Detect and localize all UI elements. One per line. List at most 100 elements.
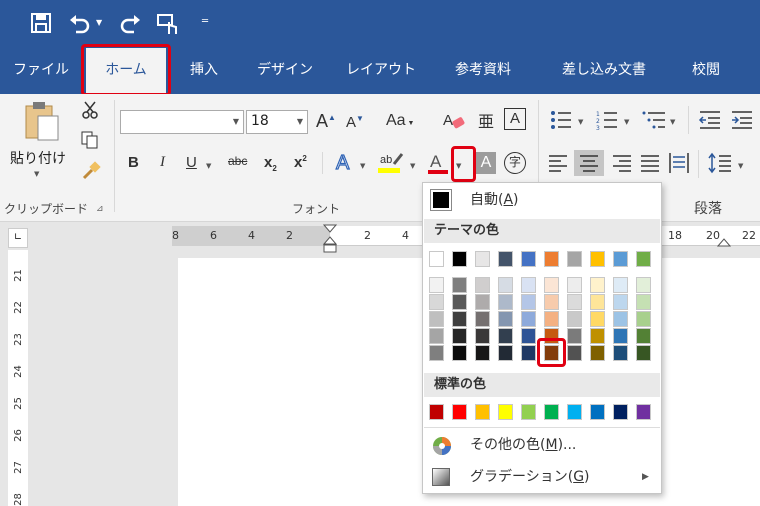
undo-icon[interactable] xyxy=(68,12,92,37)
char-border-icon[interactable]: A xyxy=(504,108,526,130)
underline-dropdown-icon[interactable]: ▼ xyxy=(206,162,211,170)
highlight-dropdown-icon[interactable]: ▼ xyxy=(410,162,415,170)
tab-selector-icon[interactable]: ∟ xyxy=(8,228,28,248)
theme-shade-swatch[interactable] xyxy=(475,277,490,293)
theme-shade-swatch[interactable] xyxy=(452,294,467,310)
numbering-dropdown-icon[interactable]: ▼ xyxy=(624,118,629,126)
paste-label[interactable]: 貼り付け xyxy=(10,148,66,168)
line-spacing-icon[interactable] xyxy=(708,152,732,177)
automatic-color-item[interactable]: 自動(A) xyxy=(424,185,660,215)
text-effects-icon[interactable]: A xyxy=(334,150,356,177)
theme-shade-swatch[interactable] xyxy=(613,311,628,327)
format-painter-icon[interactable] xyxy=(80,160,102,185)
theme-shade-swatch[interactable] xyxy=(567,311,582,327)
grow-font-icon[interactable]: A▲ xyxy=(316,111,336,132)
theme-shade-swatch[interactable] xyxy=(590,294,605,310)
theme-shade-swatch[interactable] xyxy=(475,294,490,310)
theme-shade-swatch[interactable] xyxy=(613,345,628,361)
strikethrough-icon[interactable]: abc xyxy=(228,154,247,168)
theme-shade-swatch[interactable] xyxy=(544,345,559,361)
theme-shade-swatch[interactable] xyxy=(475,311,490,327)
save-icon[interactable] xyxy=(30,12,52,37)
touch-mode-icon[interactable] xyxy=(156,12,180,39)
theme-shade-swatch[interactable] xyxy=(544,311,559,327)
theme-shade-swatch[interactable] xyxy=(544,294,559,310)
theme-shade-swatch[interactable] xyxy=(567,328,582,344)
font-size-combo[interactable]: 18 ▼ xyxy=(246,110,308,134)
theme-shade-swatch[interactable] xyxy=(429,328,444,344)
customize-icon[interactable]: ═ xyxy=(202,16,208,27)
theme-shade-swatch[interactable] xyxy=(498,311,513,327)
clear-format-icon[interactable]: A xyxy=(442,110,466,135)
theme-shade-swatch[interactable] xyxy=(636,311,651,327)
undo-dropdown-icon[interactable]: ▼ xyxy=(96,18,102,27)
standard-color-swatch[interactable] xyxy=(452,404,467,420)
theme-shade-swatch[interactable] xyxy=(452,277,467,293)
tab-home[interactable]: ホーム xyxy=(86,48,166,94)
theme-shade-swatch[interactable] xyxy=(544,328,559,344)
theme-shade-swatch[interactable] xyxy=(521,277,536,293)
theme-color-swatch[interactable] xyxy=(429,251,444,267)
theme-shade-swatch[interactable] xyxy=(590,311,605,327)
theme-shade-swatch[interactable] xyxy=(636,277,651,293)
chevron-down-icon[interactable]: ▼ xyxy=(293,111,307,133)
theme-color-swatch[interactable] xyxy=(613,251,628,267)
align-left-icon[interactable] xyxy=(548,154,568,175)
bullets-icon[interactable] xyxy=(550,110,572,133)
theme-shade-swatch[interactable] xyxy=(475,328,490,344)
theme-shade-swatch[interactable] xyxy=(498,294,513,310)
phonetic-icon[interactable]: 亜 xyxy=(478,108,494,132)
theme-shade-swatch[interactable] xyxy=(429,277,444,293)
theme-color-swatch[interactable] xyxy=(567,251,582,267)
distributed-icon[interactable] xyxy=(668,152,690,177)
theme-shade-swatch[interactable] xyxy=(521,311,536,327)
paste-icon[interactable] xyxy=(22,100,62,145)
increase-indent-icon[interactable] xyxy=(730,110,754,133)
standard-color-swatch[interactable] xyxy=(590,404,605,420)
theme-shade-swatch[interactable] xyxy=(613,294,628,310)
theme-shade-swatch[interactable] xyxy=(567,277,582,293)
font-name-combo[interactable]: ▼ xyxy=(120,110,244,134)
theme-shade-swatch[interactable] xyxy=(429,311,444,327)
theme-shade-swatch[interactable] xyxy=(429,294,444,310)
font-color-icon[interactable]: A xyxy=(428,150,450,179)
right-indent-marker-icon[interactable] xyxy=(716,236,732,250)
subscript-icon[interactable]: x2 xyxy=(264,154,277,173)
theme-shade-swatch[interactable] xyxy=(452,328,467,344)
theme-shade-swatch[interactable] xyxy=(429,345,444,361)
theme-shade-swatch[interactable] xyxy=(590,345,605,361)
justify-icon[interactable] xyxy=(640,154,660,175)
cut-icon[interactable] xyxy=(80,100,100,123)
theme-color-swatch[interactable] xyxy=(590,251,605,267)
theme-color-swatch[interactable] xyxy=(544,251,559,267)
tab-references[interactable]: 参考資料 xyxy=(440,48,526,94)
more-colors-item[interactable]: その他の色(M)... xyxy=(424,430,660,460)
clipboard-launcher-icon[interactable]: ⊿ xyxy=(96,204,104,214)
theme-shade-swatch[interactable] xyxy=(452,345,467,361)
tab-review[interactable]: 校閲 xyxy=(682,48,730,94)
standard-color-swatch[interactable] xyxy=(521,404,536,420)
theme-color-swatch[interactable] xyxy=(475,251,490,267)
theme-shade-swatch[interactable] xyxy=(613,328,628,344)
superscript-icon[interactable]: x2 xyxy=(294,154,307,171)
char-shading-icon[interactable]: A xyxy=(476,152,496,174)
theme-shade-swatch[interactable] xyxy=(475,345,490,361)
theme-shade-swatch[interactable] xyxy=(521,294,536,310)
tab-design[interactable]: デザイン xyxy=(250,48,320,94)
theme-color-swatch[interactable] xyxy=(498,251,513,267)
theme-shade-swatch[interactable] xyxy=(544,277,559,293)
tab-mailings[interactable]: 差し込み文書 xyxy=(548,48,660,94)
tab-layout[interactable]: レイアウト xyxy=(340,48,422,94)
chevron-down-icon[interactable]: ▼ xyxy=(229,111,243,133)
highlight-icon[interactable]: ab xyxy=(378,150,406,179)
theme-shade-swatch[interactable] xyxy=(636,294,651,310)
tab-file[interactable]: ファイル xyxy=(6,48,76,94)
theme-shade-swatch[interactable] xyxy=(567,294,582,310)
theme-shade-swatch[interactable] xyxy=(613,277,628,293)
align-right-icon[interactable] xyxy=(612,154,632,175)
theme-shade-swatch[interactable] xyxy=(498,345,513,361)
standard-color-swatch[interactable] xyxy=(567,404,582,420)
theme-shade-swatch[interactable] xyxy=(636,345,651,361)
line-spacing-dropdown-icon[interactable]: ▼ xyxy=(738,162,743,170)
standard-color-swatch[interactable] xyxy=(636,404,651,420)
